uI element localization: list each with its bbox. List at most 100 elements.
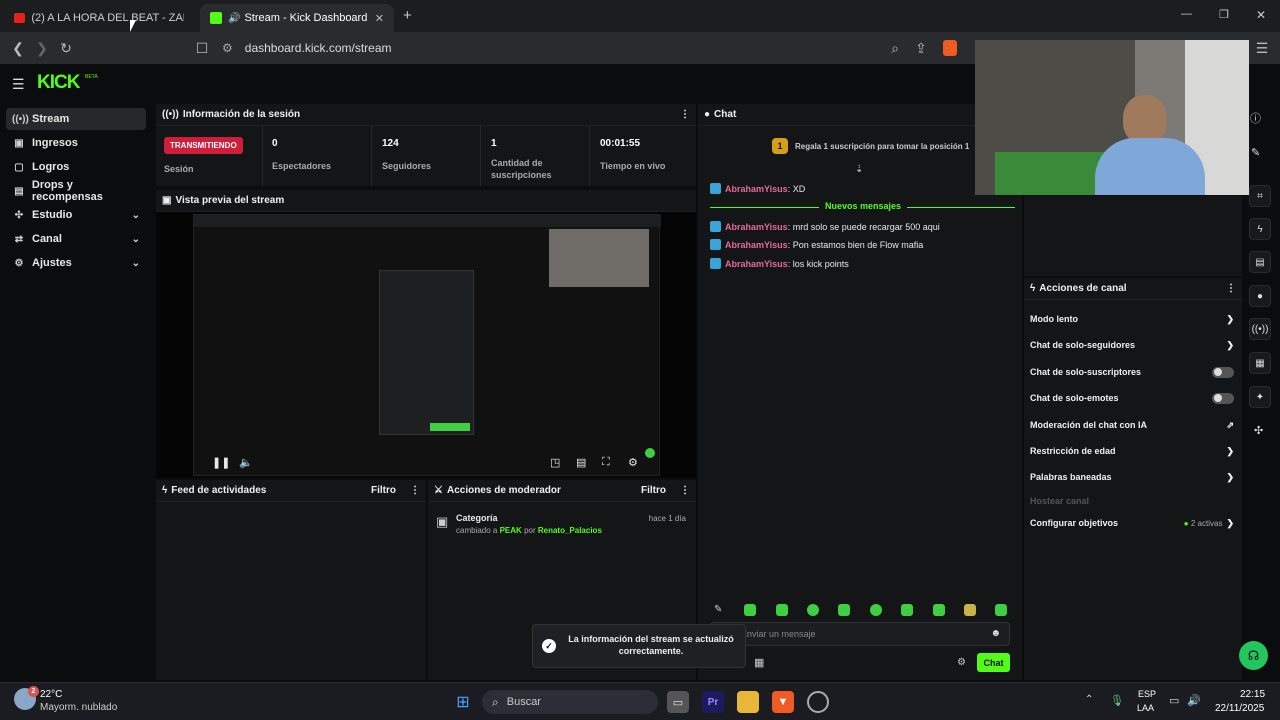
more-options-icon[interactable]: ⋮ <box>680 485 690 496</box>
widgets-icon[interactable]: ✣ <box>1254 424 1263 437</box>
rail-crop-button[interactable]: ⌗ <box>1249 185 1271 207</box>
toggle-switch[interactable] <box>1212 392 1234 404</box>
fullscreen-icon[interactable]: ⛶ <box>602 456 610 469</box>
brave-icon[interactable]: ▼ <box>772 691 794 713</box>
chat-username[interactable]: AbrahamYisus <box>725 222 788 232</box>
taskbar-search[interactable]: ⌕ Buscar <box>482 690 658 714</box>
chat-username[interactable]: AbrahamYisus <box>725 184 788 194</box>
pip-icon[interactable]: ◳ <box>550 456 560 469</box>
menu-icon[interactable]: ☰ <box>1254 40 1270 56</box>
emote-icon[interactable] <box>933 604 945 616</box>
sidebar-item-ingresos[interactable]: ▣ Ingresos <box>6 132 146 154</box>
network-icon[interactable]: ▭ <box>1169 694 1179 707</box>
volume-icon[interactable]: 🔈 <box>239 456 253 469</box>
channel-action-ai-moderation[interactable]: Moderación del chat con IA ⇗ <box>1030 417 1234 433</box>
theater-icon[interactable]: ▤ <box>576 456 586 469</box>
zoom-icon[interactable]: ⌕ <box>887 40 903 56</box>
premiere-icon[interactable]: Pr <box>702 691 724 713</box>
close-tab-icon[interactable]: ✕ <box>375 12 384 25</box>
emoji-icon[interactable]: ☻ <box>990 628 1001 639</box>
rail-tools-button[interactable]: ✦ <box>1249 386 1271 408</box>
expand-icon[interactable]: ⇣ <box>855 164 863 175</box>
keyboard-layout[interactable]: LAA <box>1137 703 1154 713</box>
new-tab-button[interactable]: + <box>403 7 412 24</box>
pause-icon[interactable]: ❚❚ <box>212 456 230 469</box>
chat-settings-icon[interactable]: ⚙ <box>957 657 966 668</box>
maximize-button[interactable]: ❐ <box>1219 8 1229 21</box>
more-options-icon[interactable]: ⋮ <box>1226 283 1236 294</box>
site-info-icon[interactable]: ⚙ <box>222 41 233 55</box>
more-options-icon[interactable]: ⋮ <box>410 485 420 496</box>
emote-icon[interactable] <box>901 604 913 616</box>
emote-picker-icon[interactable]: ✎ <box>714 604 722 615</box>
task-view-icon[interactable]: ▭ <box>667 691 689 713</box>
clock-time[interactable]: 22:15 <box>1240 689 1265 700</box>
sidebar-item-estudio[interactable]: ✣ Estudio ⌄ <box>6 204 146 226</box>
clock-date[interactable]: 22/11/2025 <box>1215 703 1264 714</box>
emote-icon[interactable] <box>807 604 819 616</box>
sidebar-item-stream[interactable]: ((•)) Stream <box>6 108 146 130</box>
chat-username[interactable]: AbrahamYisus <box>725 240 788 250</box>
sidebar-item-drops[interactable]: ▤ Drops y recompensas <box>6 179 146 203</box>
edit-icon[interactable]: ✎ <box>1251 146 1260 159</box>
channel-action-goals[interactable]: Configurar objetivos ● 2 activas ❯ <box>1030 515 1234 531</box>
info-icon[interactable]: ⓘ <box>1250 110 1261 126</box>
store-icon[interactable]: ▦ <box>754 656 764 669</box>
rail-bolt-button[interactable]: ϟ <box>1249 218 1271 240</box>
forward-icon[interactable]: ❯ <box>34 40 50 56</box>
brave-shield-icon[interactable] <box>943 40 957 56</box>
minimize-button[interactable]: — <box>1181 8 1192 20</box>
settings-icon[interactable]: ⚙ <box>628 456 638 469</box>
channel-action-emotes-only[interactable]: Chat de solo-emotes <box>1030 390 1234 406</box>
toggle-switch[interactable] <box>1212 366 1234 378</box>
back-icon[interactable]: ❮ <box>10 40 26 56</box>
studio-icon: ✣ <box>14 209 24 221</box>
channel-action-subscribers-only[interactable]: Chat de solo-suscriptores <box>1030 364 1234 380</box>
chat-input[interactable]: Enviar un mensaje ☻ <box>710 622 1010 646</box>
windows-start-icon[interactable]: ⊞ <box>452 691 474 713</box>
obs-icon[interactable] <box>807 691 829 713</box>
rail-doc-button[interactable]: ▤ <box>1249 251 1271 273</box>
mic-icon[interactable]: 🎙 <box>1110 694 1124 707</box>
tab-youtube[interactable]: (2) A LA HORA DEL BEAT - ZAMBO C <box>4 4 194 32</box>
more-options-icon[interactable]: ⋮ <box>680 109 690 120</box>
tab-kick-dashboard[interactable]: 🔊 Stream - Kick Dashboard ✕ <box>200 4 394 32</box>
rail-chat-button[interactable]: ● <box>1249 285 1271 307</box>
bookmark-icon[interactable]: ☐ <box>194 40 210 56</box>
channel-action-slow-mode[interactable]: Modo lento ❯ <box>1030 311 1234 327</box>
url-field[interactable]: ⚙ dashboard.kick.com/stream <box>222 38 982 58</box>
gift-leaderboard-text[interactable]: Regala 1 suscripción para tomar la posic… <box>795 142 969 151</box>
emote-icon[interactable] <box>744 604 756 616</box>
sidebar-item-logros[interactable]: ▢ Logros <box>6 156 146 178</box>
filter-button[interactable]: Filtro <box>641 485 666 496</box>
sidebar-item-canal[interactable]: ⇄ Canal ⌄ <box>6 228 146 250</box>
tray-chevron-icon[interactable]: ⌃ <box>1085 694 1093 705</box>
filter-button[interactable]: Filtro <box>371 485 396 496</box>
kick-logo[interactable]: KICK <box>37 72 80 94</box>
support-button[interactable]: ☊ <box>1239 641 1268 670</box>
chat-username[interactable]: AbrahamYisus <box>725 259 788 269</box>
send-chat-button[interactable]: Chat <box>977 653 1010 672</box>
channel-action-age-restriction[interactable]: Restricción de edad ❯ <box>1030 443 1234 459</box>
channel-action-followers-only[interactable]: Chat de solo-seguidores ❯ <box>1030 337 1234 353</box>
file-explorer-icon[interactable] <box>737 691 759 713</box>
emote-icon[interactable] <box>995 604 1007 616</box>
emote-icon[interactable] <box>776 604 788 616</box>
detail-user[interactable]: Renato_Palacios <box>538 526 602 535</box>
video-player[interactable]: ❚❚ 🔈 ◳ ▤ ⛶ ⚙ <box>156 212 696 478</box>
weather-desc[interactable]: Mayorm. nublado <box>40 702 117 713</box>
rail-broadcast-button[interactable]: ((•)) <box>1249 318 1271 340</box>
volume-tray-icon[interactable]: 🔊 <box>1187 694 1201 707</box>
emote-icon[interactable] <box>870 604 882 616</box>
language-indicator[interactable]: ESP <box>1138 689 1156 699</box>
emote-icon[interactable] <box>964 604 976 616</box>
sidebar-item-ajustes[interactable]: ⚙ Ajustes ⌄ <box>6 252 146 274</box>
close-window-button[interactable]: ✕ <box>1256 8 1266 22</box>
channel-action-banned-words[interactable]: Palabras baneadas ❯ <box>1030 469 1234 485</box>
weather-temp[interactable]: 22°C <box>40 689 62 700</box>
reload-icon[interactable]: ↻ <box>58 40 74 56</box>
rail-layout-button[interactable]: ▦ <box>1249 352 1271 374</box>
share-icon[interactable]: ⇪ <box>913 40 929 56</box>
emote-icon[interactable] <box>838 604 850 616</box>
hamburger-icon[interactable]: ☰ <box>12 76 25 93</box>
